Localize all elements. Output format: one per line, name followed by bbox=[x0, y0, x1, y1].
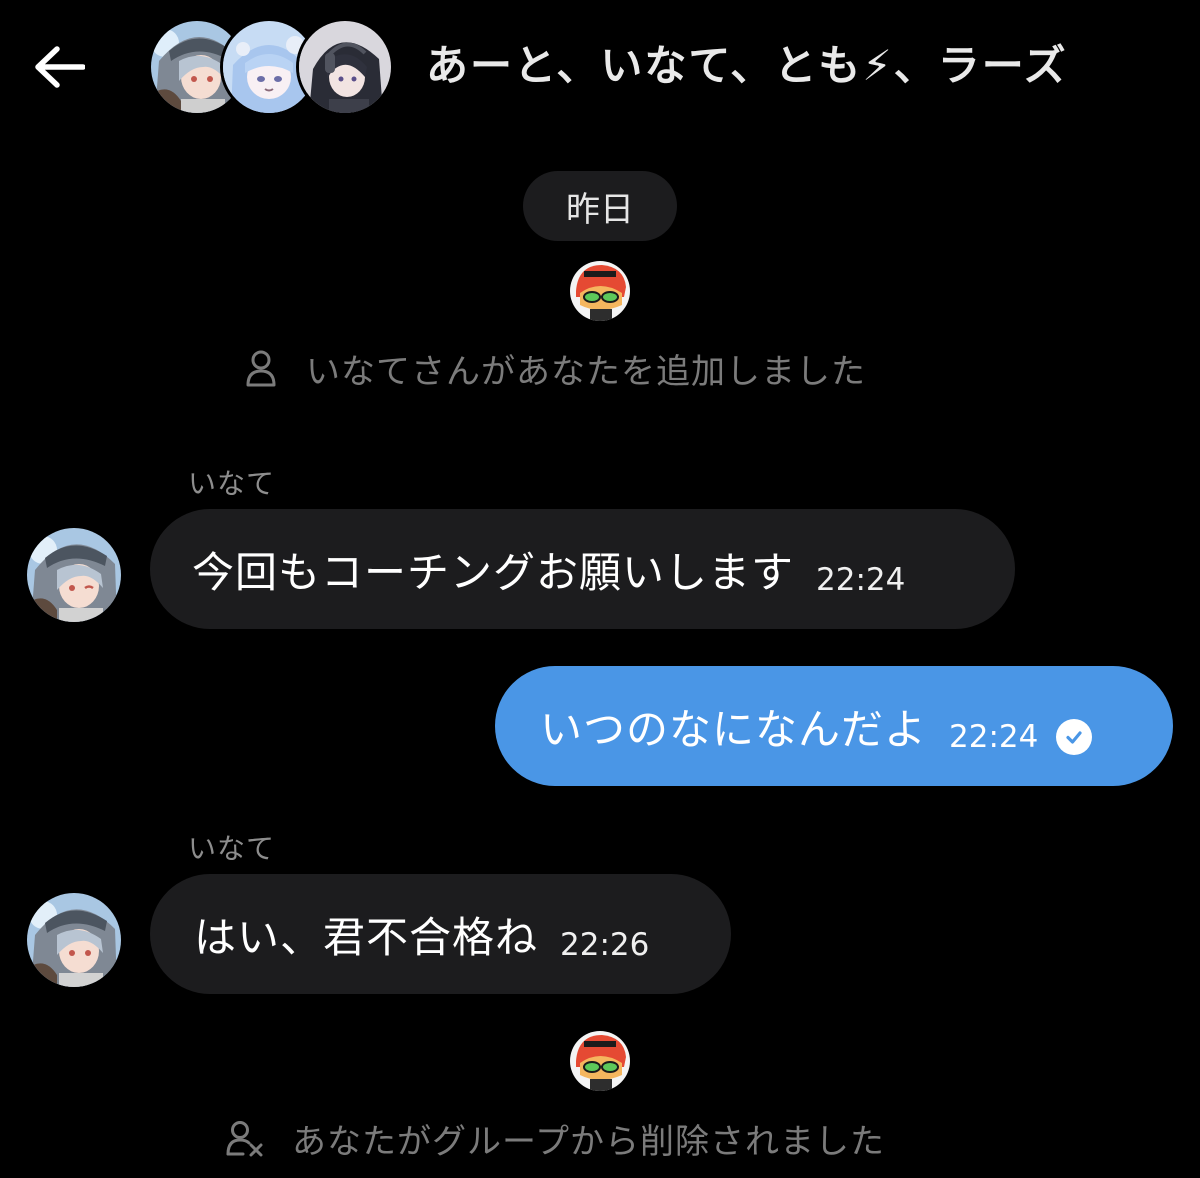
message-text: いつのなになんだよ bbox=[540, 704, 928, 754]
avatar[interactable] bbox=[27, 528, 121, 622]
message-time: 22:24 bbox=[816, 562, 906, 598]
message-time: 22:26 bbox=[560, 927, 650, 963]
avatar bbox=[296, 18, 394, 116]
system-event-text: あなたがグループから削除されました bbox=[292, 1121, 885, 1162]
message-bubble-incoming[interactable]: はい、君不合格ね 22:26 bbox=[150, 874, 731, 994]
system-event-text: いなてさんがあなたを追加しました bbox=[306, 351, 866, 392]
avatar[interactable] bbox=[27, 893, 121, 987]
avatar bbox=[570, 1031, 630, 1091]
arrow-left-icon bbox=[35, 46, 85, 88]
system-event-added: いなてさんがあなたを追加しました bbox=[244, 342, 866, 394]
sender-name: いなて bbox=[188, 467, 276, 500]
message-text: 今回もコーチングお願いします bbox=[192, 547, 795, 597]
message-time: 22:24 bbox=[949, 719, 1039, 755]
message-text: はい、君不合格ね bbox=[194, 912, 539, 962]
person-remove-icon bbox=[226, 1118, 264, 1158]
back-button[interactable] bbox=[30, 40, 88, 94]
message-bubble-incoming[interactable]: 今回もコーチングお願いします 22:24 bbox=[150, 509, 1015, 629]
person-icon bbox=[244, 348, 278, 388]
group-title[interactable]: あーと、いなて、とも⚡、ラーズ bbox=[426, 36, 1068, 96]
system-event-removed: あなたがグループから削除されました bbox=[226, 1112, 885, 1164]
avatar bbox=[570, 261, 630, 321]
sender-name: いなて bbox=[188, 832, 276, 865]
date-divider: 昨日 bbox=[523, 171, 677, 241]
message-bubble-outgoing[interactable]: いつのなになんだよ 22:24 bbox=[495, 666, 1173, 786]
chat-header: あーと、いなて、とも⚡、ラーズ bbox=[0, 0, 1200, 135]
group-avatars[interactable] bbox=[148, 18, 394, 116]
read-check-icon bbox=[1056, 719, 1093, 755]
